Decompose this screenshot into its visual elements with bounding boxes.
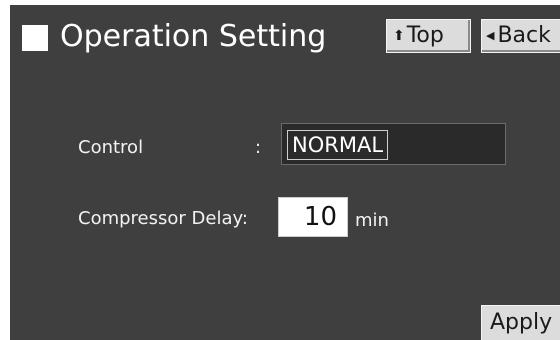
- control-label: Control: [78, 137, 144, 158]
- top-button-label: Top: [406, 23, 444, 48]
- apply-button[interactable]: Apply: [481, 305, 560, 340]
- back-button-label: Back: [497, 23, 551, 48]
- triangle-left-icon: ◀: [486, 29, 495, 42]
- operation-setting-screen: Operation Setting ⬆ Top ◀ Back Control :…: [10, 5, 560, 340]
- page-title: Operation Setting: [60, 19, 327, 54]
- top-button[interactable]: ⬆ Top: [386, 19, 471, 53]
- compressor-delay-input[interactable]: 10: [278, 197, 348, 237]
- back-button[interactable]: ◀ Back: [481, 19, 560, 53]
- compressor-delay-unit: min: [355, 210, 389, 231]
- control-value: NORMAL: [287, 130, 389, 160]
- control-separator: :: [255, 137, 262, 158]
- white-square-icon: [22, 25, 48, 51]
- arrow-up-icon: ⬆: [393, 28, 405, 44]
- compressor-delay-label: Compressor Delay:: [78, 208, 248, 229]
- control-select[interactable]: NORMAL: [281, 123, 506, 165]
